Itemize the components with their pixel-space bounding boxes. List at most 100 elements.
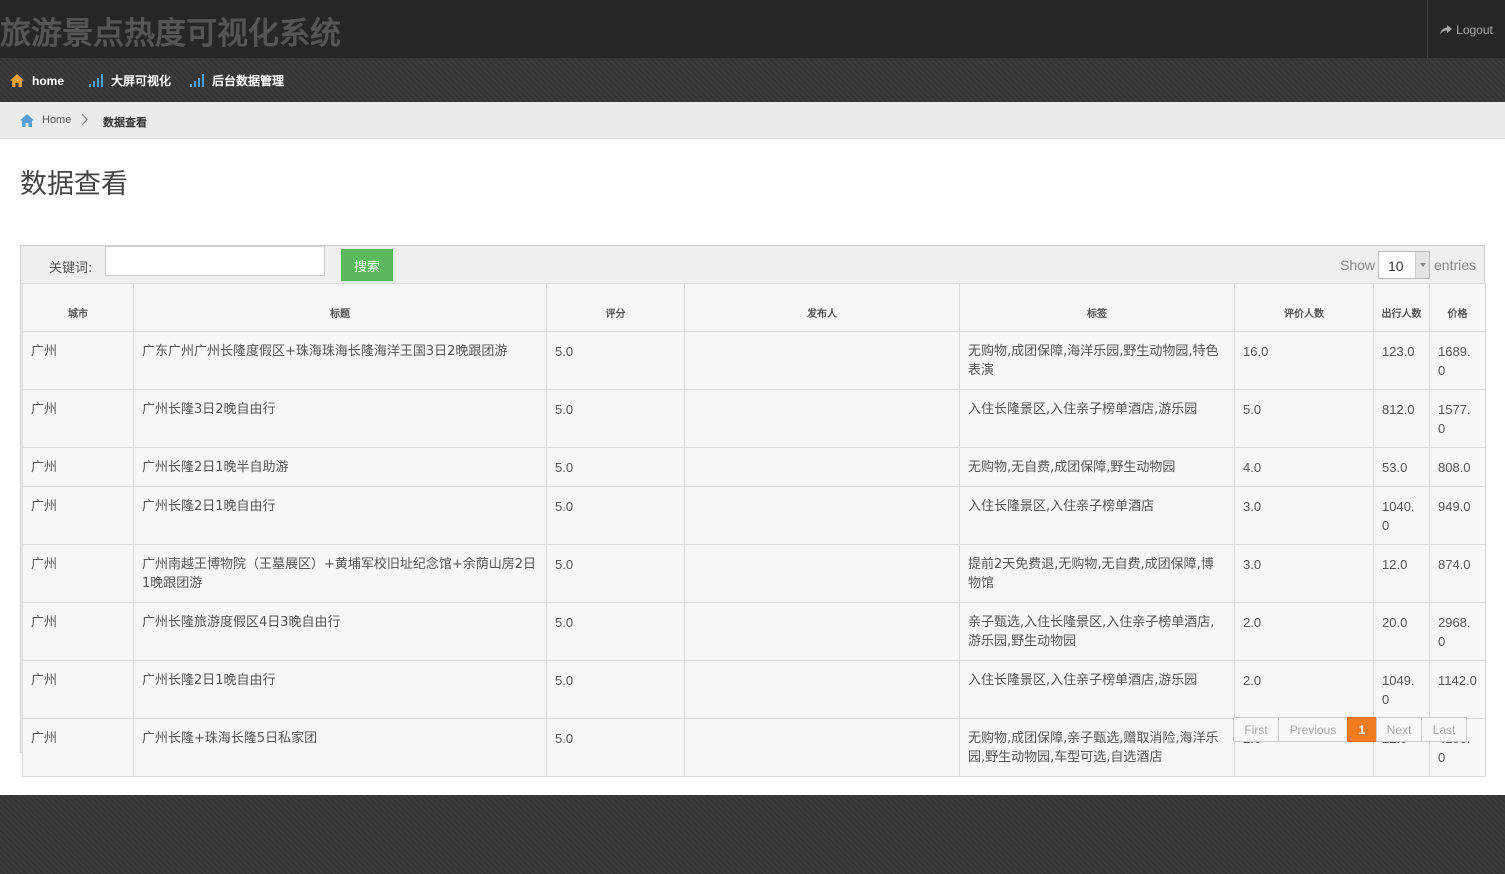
traveler-count-cell: 1040.0: [1373, 486, 1430, 545]
pager-previous-button[interactable]: Previous: [1278, 717, 1348, 742]
signal-bars-icon: [190, 74, 204, 87]
chevron-right-icon: [81, 113, 88, 126]
title-cell: 广州南越王博物院（王墓展区）+黄埔军校旧址纪念馆+余荫山房2日1晚跟团游: [133, 544, 547, 603]
share-arrow-icon: [1440, 24, 1453, 34]
page-footer: [0, 795, 1505, 874]
price-cell: 949.0: [1429, 486, 1486, 545]
traveler-count-cell: 20.0: [1373, 602, 1430, 661]
city-cell: 广州: [22, 331, 134, 390]
nav-item-label: home: [32, 73, 65, 88]
tags-cell: 无购物,无自费,成团保障,野生动物园: [959, 447, 1235, 487]
title-cell: 广州长隆+珠海长隆5日私家团: [133, 718, 547, 777]
traveler-count-cell: 812.0: [1373, 389, 1430, 448]
signal-bars-icon: [89, 74, 103, 87]
rating-cell: 5.0: [546, 486, 685, 545]
price-cell: 808.0: [1429, 447, 1486, 487]
column-header[interactable]: 价格: [1429, 283, 1486, 332]
page-size-value: 10: [1388, 258, 1404, 274]
column-header[interactable]: 评分: [546, 283, 685, 332]
keyword-input[interactable]: [105, 246, 325, 276]
table-row[interactable]: 广州 广州长隆3日2晚自由行 5.0 入住长隆景区,入住亲子榜单酒店,游乐园 5.0 81…: [22, 389, 1486, 448]
table-row[interactable]: 广州 广东广州广州长隆度假区+珠海珠海长隆海洋王国3日2晚跟团游 5.0 无购物,成团…: [22, 331, 1486, 390]
logout-button[interactable]: Logout: [1427, 0, 1505, 59]
pager-next-button[interactable]: Next: [1376, 717, 1422, 742]
rating-cell: 5.0: [546, 602, 685, 661]
pager-first-button[interactable]: First: [1233, 717, 1279, 742]
column-header[interactable]: 标签: [959, 283, 1235, 332]
column-header[interactable]: 城市: [22, 283, 134, 332]
city-cell: 广州: [22, 718, 134, 777]
publisher-cell: [684, 660, 960, 719]
nav-item-label: 大屏可视化: [111, 74, 172, 88]
data-table-panel: 关键词: 搜索 Show 10 entries 城市 标题 评分 发布人 标签 …: [20, 245, 1486, 777]
nav-item-label: 后台数据管理: [212, 74, 285, 88]
review-count-cell: 2.0: [1234, 660, 1374, 719]
pager-last-button[interactable]: Last: [1421, 717, 1467, 742]
top-header: 旅游景点热度可视化系统 Logout: [0, 0, 1505, 59]
home-icon: [20, 114, 34, 127]
show-label: Show: [1340, 257, 1376, 273]
keyword-label: 关键词:: [49, 261, 93, 276]
main-nav: home 大屏可视化 后台数据管理: [0, 59, 1505, 102]
publisher-cell: [684, 447, 960, 487]
app-title: 旅游景点热度可视化系统: [0, 16, 341, 52]
pagination: First Previous 1 Next Last: [1233, 717, 1467, 742]
price-cell: 874.0: [1429, 544, 1486, 603]
traveler-count-cell: 53.0: [1373, 447, 1430, 487]
breadcrumb: Home 数据查看: [0, 102, 1505, 139]
review-count-cell: 4.0: [1234, 447, 1374, 487]
price-cell: 1142.0: [1429, 660, 1486, 719]
breadcrumb-current: 数据查看: [103, 116, 147, 129]
table-row[interactable]: 广州 广州长隆2日1晚自由行 5.0 入住长隆景区,入住亲子榜单酒店,游乐园 2.0 10…: [22, 660, 1486, 719]
review-count-cell: 3.0: [1234, 544, 1374, 603]
page-title: 数据查看: [20, 169, 128, 200]
column-header[interactable]: 出行人数: [1373, 283, 1430, 332]
column-header[interactable]: 标题: [133, 283, 547, 332]
publisher-cell: [684, 544, 960, 603]
title-cell: 广东广州广州长隆度假区+珠海珠海长隆海洋王国3日2晚跟团游: [133, 331, 547, 390]
title-cell: 广州长隆2日1晚自由行: [133, 486, 547, 545]
nav-item-home[interactable]: home: [10, 59, 64, 102]
tags-cell: 入住长隆景区,入住亲子榜单酒店,游乐园: [959, 660, 1235, 719]
column-header[interactable]: 发布人: [684, 283, 960, 332]
review-count-cell: 2.0: [1234, 602, 1374, 661]
nav-item-dashboard[interactable]: 大屏可视化: [89, 59, 171, 102]
city-cell: 广州: [22, 544, 134, 603]
review-count-cell: 3.0: [1234, 486, 1374, 545]
tags-cell: 入住长隆景区,入住亲子榜单酒店,游乐园: [959, 389, 1235, 448]
home-icon: [10, 74, 24, 87]
page-size-select[interactable]: 10: [1378, 251, 1430, 279]
table-row[interactable]: 广州 广州长隆2日1晚自由行 5.0 入住长隆景区,入住亲子榜单酒店 3.0 1040.0…: [22, 486, 1486, 545]
price-cell: 1577.0: [1429, 389, 1486, 448]
nav-item-admin[interactable]: 后台数据管理: [190, 59, 284, 102]
publisher-cell: [684, 486, 960, 545]
table-row[interactable]: 广州 广州长隆旅游度假区4日3晚自由行 5.0 亲子甄选,入住长隆景区,入住亲子榜单酒…: [22, 602, 1486, 661]
search-button[interactable]: 搜索: [341, 249, 393, 281]
tags-cell: 亲子甄选,入住长隆景区,入住亲子榜单酒店,游乐园,野生动物园: [959, 602, 1235, 661]
title-cell: 广州长隆旅游度假区4日3晚自由行: [133, 602, 547, 661]
publisher-cell: [684, 331, 960, 390]
logout-label: Logout: [1456, 22, 1493, 37]
tags-cell: 无购物,成团保障,海洋乐园,野生动物园,特色表演: [959, 331, 1235, 390]
rating-cell: 5.0: [546, 718, 685, 777]
table-header-row: 城市 标题 评分 发布人 标签 评价人数 出行人数 价格: [22, 283, 1486, 332]
tags-cell: 无购物,成团保障,亲子甄选,赠取消险,海洋乐园,野生动物园,车型可选,自选酒店: [959, 718, 1235, 777]
column-header[interactable]: 评价人数: [1234, 283, 1374, 332]
pager-page-button[interactable]: 1: [1347, 717, 1377, 742]
data-table: 城市 标题 评分 发布人 标签 评价人数 出行人数 价格 广州 广东广州广州长隆度…: [22, 283, 1486, 777]
publisher-cell: [684, 718, 960, 777]
city-cell: 广州: [22, 389, 134, 448]
tags-cell: 入住长隆景区,入住亲子榜单酒店: [959, 486, 1235, 545]
rating-cell: 5.0: [546, 331, 685, 390]
city-cell: 广州: [22, 602, 134, 661]
table-row[interactable]: 广州 广州南越王博物院（王墓展区）+黄埔军校旧址纪念馆+余荫山房2日1晚跟团游 5.…: [22, 544, 1486, 603]
table-row[interactable]: 广州 广州长隆2日1晚半自助游 5.0 无购物,无自费,成团保障,野生动物园 4.0 53…: [22, 447, 1486, 487]
breadcrumb-home-link[interactable]: Home: [42, 114, 71, 126]
rating-cell: 5.0: [546, 447, 685, 487]
traveler-count-cell: 12.0: [1373, 544, 1430, 603]
rating-cell: 5.0: [546, 389, 685, 448]
traveler-count-cell: 1049.0: [1373, 660, 1430, 719]
city-cell: 广州: [22, 486, 134, 545]
price-cell: 2968.0: [1429, 602, 1486, 661]
price-cell: 1689.0: [1429, 331, 1486, 390]
